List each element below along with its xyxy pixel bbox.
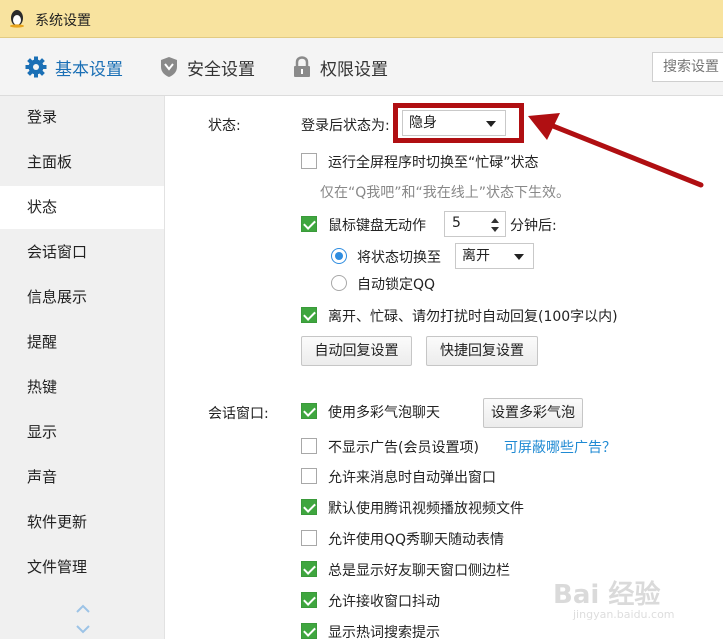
title-bar: 系统设置	[0, 0, 723, 38]
sidebar-item-login[interactable]: 登录	[0, 96, 164, 139]
idle-lock-label: 自动锁定QQ	[357, 277, 436, 293]
idle-switch-radio[interactable]	[331, 248, 347, 264]
sidebar-item-sound[interactable]: 声音	[0, 456, 164, 499]
fullscreen-busy-label: 运行全屏程序时切换至“忙碌”状态	[328, 155, 539, 171]
sidebar-item-display[interactable]: 显示	[0, 411, 164, 454]
colorful-bubble-label: 使用多彩气泡聊天	[328, 405, 440, 421]
sidebar-item-hotkeys[interactable]: 热键	[0, 366, 164, 409]
settings-content: 状态: 登录后状态为: 隐身 运行全屏程序时切换至“忙碌”状态 仅在“Q我吧”和…	[165, 96, 723, 639]
sidebar-item-file-management[interactable]: 文件管理	[0, 546, 164, 589]
status-section-label: 状态:	[208, 118, 241, 134]
sidebar-always-label: 总是显示好友聊天窗口侧边栏	[328, 563, 510, 579]
auto-reply-label: 离开、忙碌、请勿打扰时自动回复(100字以内)	[328, 309, 618, 325]
sidebar-item-main-panel[interactable]: 主面板	[0, 141, 164, 184]
window-shake-checkbox[interactable]	[301, 592, 317, 608]
tencent-video-checkbox[interactable]	[301, 499, 317, 515]
tencent-video-label: 默认使用腾讯视频播放视频文件	[328, 501, 524, 517]
tab-permission-label: 权限设置	[320, 59, 388, 80]
fullscreen-busy-checkbox[interactable]	[301, 153, 317, 169]
stepper-up-icon[interactable]	[491, 218, 499, 223]
idle-minutes-suffix: 分钟后:	[510, 218, 557, 234]
qq-show-label: 允许使用QQ秀聊天随动表情	[328, 532, 505, 548]
stepper-down-icon[interactable]	[491, 227, 499, 232]
shield-icon	[161, 57, 177, 77]
settings-search-input[interactable]	[652, 52, 723, 82]
idle-switch-label: 将状态切换至	[357, 250, 441, 266]
tab-security-label: 安全设置	[187, 59, 255, 80]
sidebar-item-info-display[interactable]: 信息展示	[0, 276, 164, 319]
sidebar-scroll-arrows-icon[interactable]	[76, 604, 90, 634]
qq-show-checkbox[interactable]	[301, 530, 317, 546]
colorful-bubble-checkbox[interactable]	[301, 403, 317, 419]
window-title: 系统设置	[35, 13, 91, 29]
lock-icon	[294, 56, 310, 77]
window-shake-label: 允许接收窗口抖动	[328, 594, 440, 610]
sidebar: 登录 主面板 状态 会话窗口 信息展示 提醒 热键 显示 声音 软件更新 文件管…	[0, 96, 165, 639]
auto-reply-checkbox[interactable]	[301, 307, 317, 323]
idle-status-select[interactable]: 离开	[455, 243, 534, 269]
hide-ads-checkbox[interactable]	[301, 438, 317, 454]
login-status-value: 隐身	[409, 115, 437, 131]
tab-basic-label: 基本设置	[55, 59, 123, 80]
auto-reply-settings-button[interactable]: 自动回复设置	[301, 336, 412, 366]
sidebar-item-chat-window[interactable]: 会话窗口	[0, 231, 164, 274]
hot-search-checkbox[interactable]	[301, 623, 317, 639]
hot-search-label: 显示热词搜索提示	[328, 625, 440, 639]
quick-reply-settings-button[interactable]: 快捷回复设置	[426, 336, 538, 366]
idle-minutes-stepper[interactable]: 5	[444, 211, 506, 237]
chevron-down-icon	[486, 121, 496, 127]
tab-security-settings[interactable]: 安全设置	[159, 38, 255, 96]
hide-ads-label: 不显示广告(会员设置项)	[328, 440, 479, 456]
auto-popup-checkbox[interactable]	[301, 468, 317, 484]
tab-basic-settings[interactable]: 基本设置	[25, 38, 123, 96]
idle-minutes-value: 5	[452, 215, 461, 231]
sidebar-item-reminders[interactable]: 提醒	[0, 321, 164, 364]
chevron-down-icon	[514, 254, 524, 260]
qq-penguin-icon	[10, 10, 24, 28]
sidebar-always-checkbox[interactable]	[301, 561, 317, 577]
idle-lock-radio[interactable]	[331, 275, 347, 291]
idle-checkbox[interactable]	[301, 216, 317, 232]
sidebar-item-status[interactable]: 状态	[0, 186, 164, 229]
auto-popup-label: 允许来消息时自动弹出窗口	[328, 470, 496, 486]
set-colorful-bubble-button[interactable]: 设置多彩气泡	[483, 398, 583, 428]
tab-permission-settings[interactable]: 权限设置	[292, 38, 388, 96]
chat-section-label: 会话窗口:	[208, 406, 269, 422]
sidebar-item-software-update[interactable]: 软件更新	[0, 501, 164, 544]
idle-status-value: 离开	[462, 248, 490, 264]
blockable-ads-link[interactable]: 可屏蔽哪些广告？	[504, 437, 616, 457]
idle-label: 鼠标键盘无动作	[328, 218, 426, 234]
fullscreen-busy-hint: 仅在“Q我吧”和“我在线上”状态下生效。	[320, 185, 571, 201]
settings-toolbar: 基本设置 安全设置 权限设置	[0, 38, 723, 96]
login-status-select[interactable]: 隐身	[402, 110, 506, 136]
login-status-label: 登录后状态为:	[301, 118, 390, 134]
gear-icon	[25, 56, 47, 78]
